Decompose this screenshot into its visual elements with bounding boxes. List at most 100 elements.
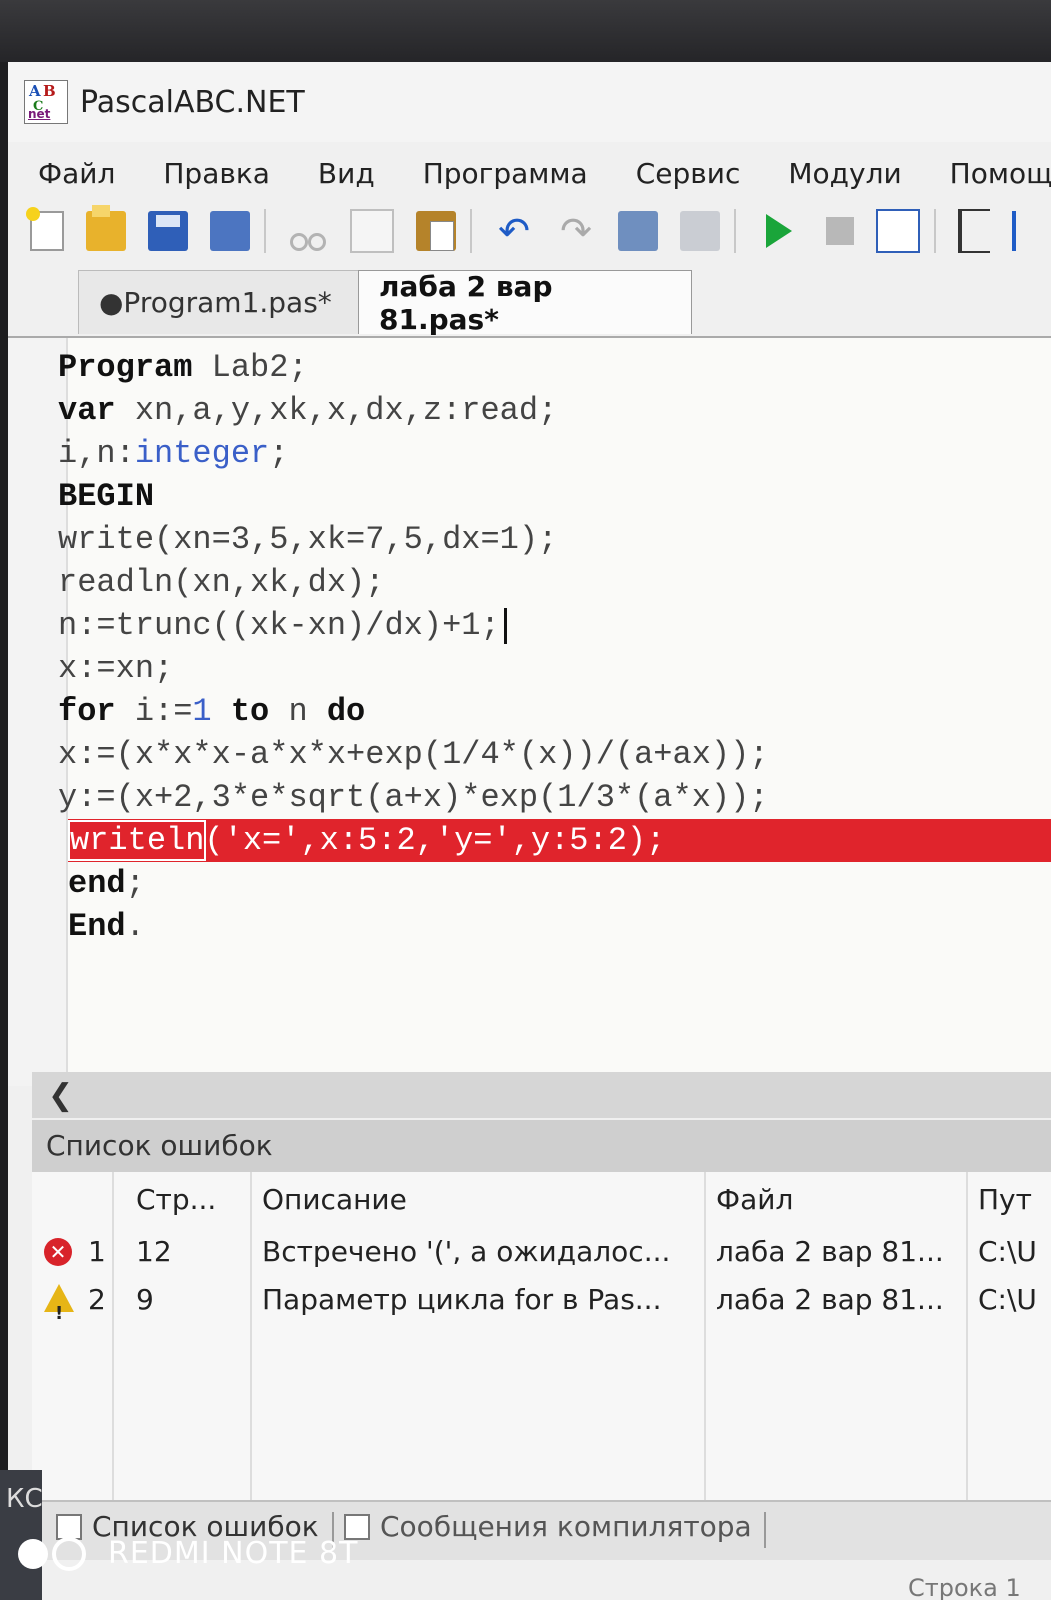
code-line: end;: [68, 862, 1051, 905]
code-area[interactable]: Program Lab2; var xn,a,y,xk,x,dx,z:read;…: [58, 346, 1051, 948]
menu-file[interactable]: Файл: [38, 157, 115, 190]
menu-program[interactable]: Программа: [423, 157, 588, 190]
column-header-line[interactable]: Стр...: [136, 1172, 216, 1228]
code-text: n:=trunc((xk-xn)/dx)+1;: [58, 607, 500, 644]
error-panel-title: Список ошибок: [32, 1120, 1051, 1172]
code-text: ;: [125, 865, 145, 902]
code-line: i,n:integer;: [58, 432, 1051, 475]
tab-laba2[interactable]: лаба 2 вар 81.pas*: [358, 270, 692, 336]
ide-window: A B Cnet PascalABC.NET Файл Правка Вид Про…: [8, 62, 1051, 1600]
error-file: лаба 2 вар 81...: [716, 1283, 944, 1316]
column-header-path[interactable]: Пут: [978, 1172, 1032, 1228]
warning-icon: !: [44, 1284, 74, 1324]
editor-tab-bar: ●Program1.pas* лаба 2 вар 81.pas*: [8, 260, 1051, 338]
code-text: i,n:: [58, 435, 135, 472]
error-highlight-line: writeln('x=',x:5:2,'y=',y:5:2);: [67, 819, 1051, 862]
cut-icon[interactable]: [288, 211, 328, 251]
step-icon[interactable]: [958, 209, 990, 253]
new-file-icon[interactable]: [26, 207, 64, 251]
redo-icon[interactable]: ↷: [556, 211, 596, 251]
error-table: Стр... Описание Файл Пут ✕ 1 12 Встречен…: [32, 1172, 1051, 1324]
tab-compiler-messages[interactable]: Сообщения компилятора: [344, 1510, 752, 1543]
error-file: лаба 2 вар 81...: [716, 1235, 944, 1268]
code-text: .: [125, 908, 145, 945]
save-all-icon[interactable]: [210, 211, 250, 251]
error-description: Параметр цикла for в Pas...: [262, 1283, 662, 1316]
code-line: readln(xn,xk,dx);: [58, 561, 1051, 604]
code-text: y:=(x+2,3*e*sqrt(a+x)*exp(1/3*(a*x));: [58, 779, 769, 816]
error-row[interactable]: ! 2 9 Параметр цикла for в Pas... лаба 2…: [32, 1276, 1051, 1324]
toolbar-separator: [264, 209, 266, 253]
text-cursor: [503, 607, 507, 644]
error-table-header: Стр... Описание Файл Пут: [32, 1172, 1051, 1228]
code-text: ('x=',x:5:2,'y=',y:5:2);: [204, 822, 666, 859]
command2-icon[interactable]: [680, 211, 720, 251]
code-text: Lab2;: [192, 349, 308, 386]
keyword: to: [230, 693, 270, 730]
toolbar-separator: [470, 209, 472, 253]
screen-bezel-left: [0, 62, 8, 1600]
error-description: Встречено '(', а ожидалос...: [262, 1235, 671, 1268]
code-text: x:=(x*x*x-a*x*x+exp(1/4*(x))/(a+ax));: [58, 736, 769, 773]
error-path: C:\U: [978, 1235, 1037, 1268]
status-line-indicator: Строка 1: [908, 1574, 1021, 1600]
type-name: integer: [134, 435, 270, 472]
app-logo-icon: A B Cnet: [24, 80, 68, 124]
code-line: x:=(x*x*x-a*x*x+exp(1/4*(x))/(a+ax));: [58, 733, 1051, 776]
scroll-left-icon[interactable]: ❮: [48, 1078, 73, 1113]
error-path: C:\U: [978, 1283, 1037, 1316]
code-editor[interactable]: Program Lab2; var xn,a,y,xk,x,dx,z:read;…: [8, 338, 1051, 1086]
copy-icon[interactable]: [350, 209, 394, 253]
menu-edit[interactable]: Правка: [163, 157, 270, 190]
code-line: var xn,a,y,xk,x,dx,z:read;: [58, 389, 1051, 432]
menu-modules[interactable]: Модули: [788, 157, 901, 190]
code-line: End.: [68, 905, 1051, 948]
step-over-icon[interactable]: [1012, 211, 1044, 251]
title-bar: A B Cnet PascalABC.NET: [8, 62, 1051, 142]
code-text: write(xn=3,5,xk=7,5,dx=1);: [58, 521, 558, 558]
side-text: КС: [6, 1484, 43, 1514]
menu-bar: Файл Правка Вид Программа Сервис Модули …: [8, 142, 1051, 204]
tab-divider: [764, 1512, 766, 1548]
undo-icon[interactable]: ↶: [494, 211, 534, 251]
keyword: end: [68, 865, 126, 902]
menu-view[interactable]: Вид: [318, 157, 375, 190]
code-text: n: [269, 693, 327, 730]
code-line: for i:=1 to n do: [58, 690, 1051, 733]
menu-help[interactable]: Помощь: [950, 157, 1051, 190]
camera-watermark: REDMI NOTE 8T: [18, 1536, 358, 1571]
code-text: xn,a,y,xk,x,dx,z:read;: [115, 392, 558, 429]
command-icon[interactable]: [618, 211, 658, 251]
open-folder-icon[interactable]: [86, 205, 126, 251]
column-header-file[interactable]: Файл: [716, 1172, 793, 1228]
column-header-description[interactable]: Описание: [262, 1172, 407, 1228]
screen-bezel-top: [0, 0, 1051, 62]
save-icon[interactable]: [148, 211, 188, 251]
horizontal-scrollbar[interactable]: ❮: [32, 1072, 1051, 1118]
error-number: 1: [88, 1235, 106, 1268]
code-line: y:=(x+2,3*e*sqrt(a+x)*exp(1/3*(a*x));: [58, 776, 1051, 819]
run-icon[interactable]: [766, 214, 792, 248]
code-line: x:=xn;: [58, 647, 1051, 690]
number-literal: 1: [192, 693, 212, 730]
build-icon[interactable]: [876, 209, 920, 253]
error-number: 2: [88, 1283, 106, 1316]
menu-service[interactable]: Сервис: [636, 157, 741, 190]
keyword: End: [68, 908, 126, 945]
code-line: n:=trunc((xk-xn)/dx)+1;: [58, 604, 1051, 647]
stop-icon[interactable]: [826, 217, 854, 245]
keyword: for: [58, 693, 116, 730]
error-line-number: 9: [136, 1283, 154, 1316]
keyword: do: [326, 693, 366, 730]
watermark-dot-icon: [18, 1538, 48, 1569]
code-text: readln(xn,xk,dx);: [58, 564, 385, 601]
keyword: BEGIN: [58, 478, 155, 515]
paste-icon[interactable]: [416, 211, 456, 251]
tab-program1[interactable]: ●Program1.pas*: [78, 270, 368, 334]
error-row[interactable]: ✕ 1 12 Встречено '(', а ожидалос... лаба…: [32, 1228, 1051, 1276]
toolbar-separator: [734, 209, 736, 253]
keyword: Program: [58, 349, 193, 386]
window-title: PascalABC.NET: [80, 84, 305, 120]
code-line: Program Lab2;: [58, 346, 1051, 389]
